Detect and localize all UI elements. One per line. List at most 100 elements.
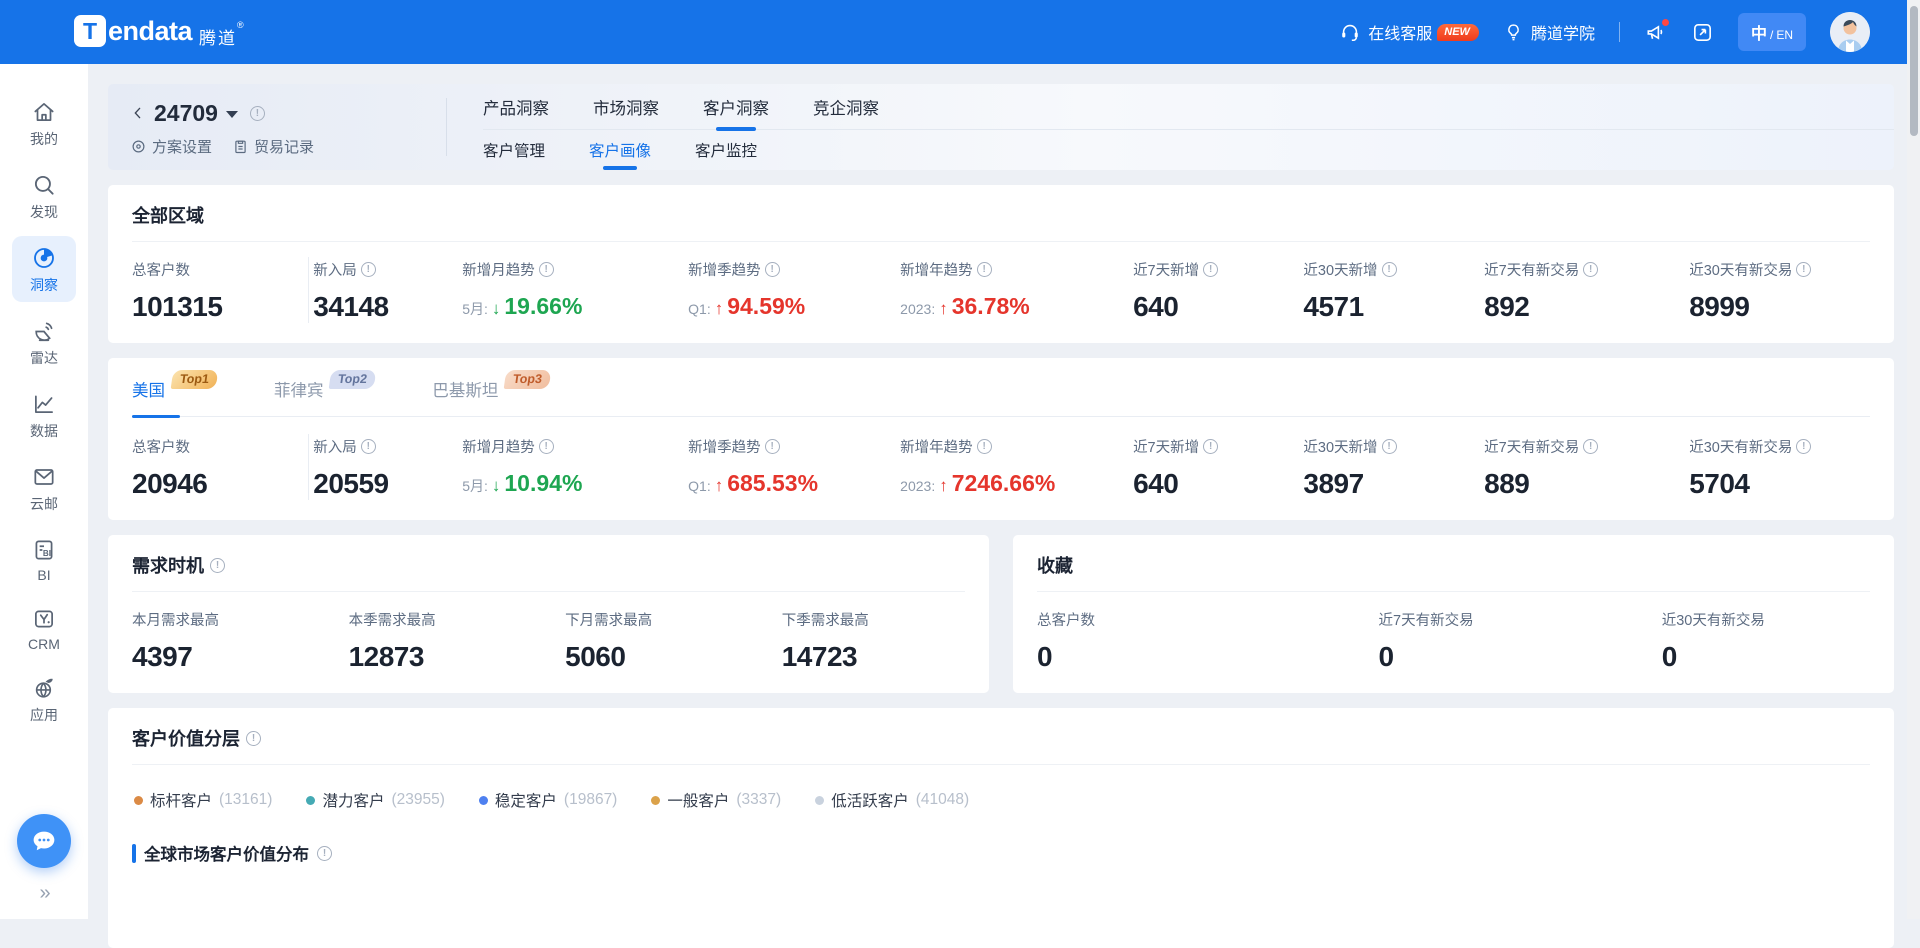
plan-id-dropdown[interactable]: 24709 (154, 100, 218, 127)
stat-total-customers: 总客户数 20946 (132, 434, 309, 500)
all-region-stats: 总客户数 101315 新入局 34148 新增月趋势 5月:↓19.66% 新… (132, 257, 1870, 323)
sidebar-item-label: BI (37, 567, 50, 583)
sidebar-item-radar[interactable]: 雷达 (12, 309, 76, 375)
info-icon[interactable] (1203, 439, 1218, 454)
trade-records-link[interactable]: 贸易记录 (232, 136, 314, 157)
online-service-link[interactable]: 在线客服 NEW (1339, 20, 1479, 44)
info-icon[interactable] (977, 439, 992, 454)
stat-trade-30d: 近30天有新交易 5704 (1689, 434, 1870, 500)
back-icon[interactable] (130, 105, 146, 121)
lang-separator: / (1770, 28, 1773, 42)
language-toggle[interactable]: 中 / EN (1738, 13, 1806, 51)
tendata-logo-icon: T (74, 15, 106, 47)
legend-dot (479, 796, 488, 805)
vertical-scrollbar[interactable] (1907, 0, 1920, 919)
sidebar-item-discover[interactable]: 发现 (12, 163, 76, 229)
info-icon[interactable] (361, 439, 376, 454)
info-icon[interactable] (977, 262, 992, 277)
settings-icon (130, 138, 147, 155)
info-icon[interactable] (539, 262, 554, 277)
info-icon[interactable] (246, 731, 261, 746)
tab-product-insight[interactable]: 产品洞察 (483, 84, 549, 129)
arrow-up-icon: ↑ (715, 476, 724, 496)
tendata-logo[interactable]: T endata 腾道 ® (74, 15, 244, 49)
stat-new-7d: 近7天新增 640 (1133, 257, 1303, 323)
info-icon[interactable] (1583, 262, 1598, 277)
trade-records-label: 贸易记录 (254, 136, 314, 157)
all-region-card: 全部区域 总客户数 101315 新入局 34148 新增月趋势 5月:↓19.… (108, 185, 1894, 343)
search-icon (31, 172, 57, 198)
top1-badge: Top1 (171, 370, 219, 389)
country-tab-usa[interactable]: 美国 Top1 (132, 377, 216, 401)
sidebar-collapse-button[interactable]: » (39, 882, 48, 905)
info-icon[interactable] (1203, 262, 1218, 277)
sidebar-item-mine[interactable]: 我的 (12, 90, 76, 156)
accent-bar (132, 844, 136, 863)
subtab-customer-monitor[interactable]: 客户监控 (695, 130, 757, 170)
info-icon[interactable] (250, 106, 265, 121)
stat-demand-this-quarter: 本季需求最高 12873 (349, 607, 566, 673)
legend-low-activity-customers[interactable]: 低活跃客户 (41048) (815, 789, 969, 811)
legend-stable-customers[interactable]: 稳定客户 (19867) (479, 789, 617, 811)
stat-monthly-trend: 新增月趋势 5月:↓10.94% (462, 434, 688, 500)
sidebar-item-label: 洞察 (30, 275, 58, 295)
sidebar-item-apps[interactable]: 应用 (12, 666, 76, 732)
lang-en: EN (1776, 28, 1793, 42)
sidebar-item-label: 云邮 (30, 494, 58, 514)
info-icon[interactable] (1796, 262, 1811, 277)
legend-benchmark-customers[interactable]: 标杆客户 (13161) (134, 789, 272, 811)
chat-support-button[interactable] (17, 814, 71, 868)
info-icon[interactable] (361, 262, 376, 277)
globe-leaf-icon (31, 675, 57, 701)
legend-general-customers[interactable]: 一般客户 (3337) (651, 789, 781, 811)
lang-zh: 中 (1751, 20, 1767, 44)
info-icon[interactable] (1583, 439, 1598, 454)
sidebar-item-bi[interactable]: BI BI (12, 528, 76, 590)
plan-header-band: 24709 方案设置 (108, 84, 1894, 170)
online-service-label: 在线客服 (1368, 20, 1432, 44)
divider (132, 241, 1870, 242)
plan-settings-label: 方案设置 (152, 136, 212, 157)
info-icon[interactable] (210, 558, 225, 573)
legend-potential-customers[interactable]: 潜力客户 (23955) (306, 789, 444, 811)
country-tab-pakistan[interactable]: 巴基斯坦 Top3 (432, 377, 549, 401)
fullscreen-button[interactable] (1691, 21, 1714, 44)
lightbulb-icon (1503, 22, 1524, 43)
country-stats: 总客户数 20946 新入局 20559 新增月趋势 5月:↓10.94% 新增… (132, 434, 1870, 500)
sidebar-item-insight[interactable]: 洞察 (12, 236, 76, 302)
top-header-bar: T endata 腾道 ® 在线客服 NEW (0, 0, 1920, 64)
tab-market-insight[interactable]: 市场洞察 (593, 84, 659, 129)
announcement-button[interactable] (1644, 21, 1667, 44)
brand-name-cn: 腾道 (199, 24, 237, 49)
legend-dot (306, 796, 315, 805)
tab-customer-insight[interactable]: 客户洞察 (703, 84, 769, 129)
info-icon[interactable] (1382, 262, 1397, 277)
info-icon[interactable] (1382, 439, 1397, 454)
divider (1037, 591, 1870, 592)
country-card: 美国 Top1 菲律宾 Top2 巴基斯坦 Top3 总客户数 20946 新入… (108, 358, 1894, 520)
subtab-customer-management[interactable]: 客户管理 (483, 130, 545, 170)
country-tab-philippines[interactable]: 菲律宾 Top2 (274, 377, 374, 401)
chevron-down-icon[interactable] (226, 111, 238, 118)
stat-new-entrants: 新入局 34148 (309, 257, 462, 323)
info-icon[interactable] (1796, 439, 1811, 454)
sidebar-item-crm[interactable]: CRM (12, 597, 76, 659)
top3-badge: Top3 (504, 370, 552, 389)
info-icon[interactable] (765, 262, 780, 277)
academy-link[interactable]: 腾道学院 (1503, 20, 1595, 44)
info-icon[interactable] (539, 439, 554, 454)
stat-monthly-trend: 新增月趋势 5月:↓19.66% (462, 257, 688, 323)
scrollbar-thumb[interactable] (1910, 6, 1918, 136)
user-avatar[interactable] (1830, 12, 1870, 52)
sidebar-item-mail[interactable]: 云邮 (12, 455, 76, 521)
subtab-customer-profile[interactable]: 客户画像 (589, 130, 651, 170)
insight-pie-icon (31, 245, 57, 271)
sidebar-item-data[interactable]: 数据 (12, 382, 76, 448)
customer-value-tiers-card: 客户价值分层 标杆客户 (13161) 潜力客户 (23955) 稳定客户 (1… (108, 708, 1894, 948)
legend-dot (651, 796, 660, 805)
data-chart-icon (31, 391, 57, 417)
tab-competitor-insight[interactable]: 竞企洞察 (813, 84, 879, 129)
info-icon[interactable] (765, 439, 780, 454)
info-icon[interactable] (317, 846, 332, 861)
plan-settings-link[interactable]: 方案设置 (130, 136, 212, 157)
